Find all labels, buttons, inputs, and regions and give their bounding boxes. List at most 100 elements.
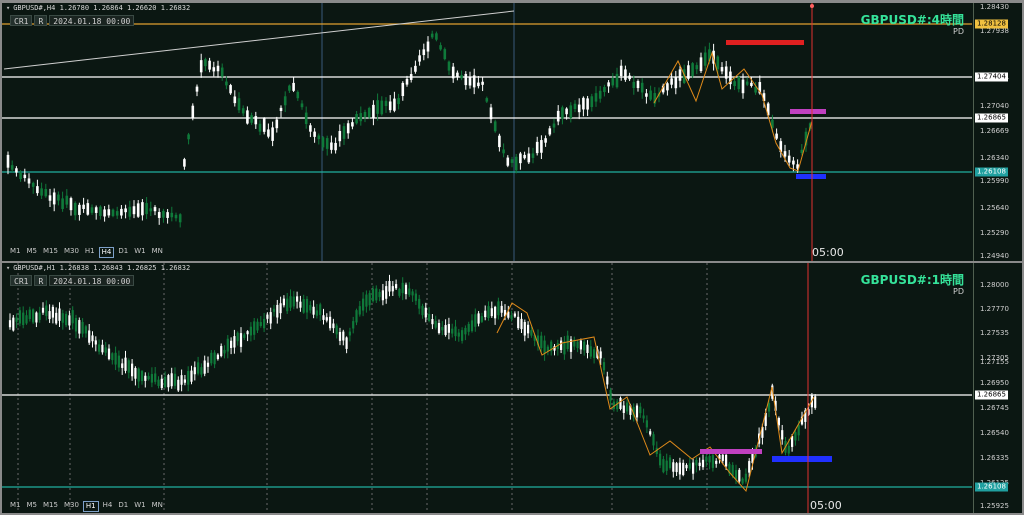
candle-body <box>703 52 707 66</box>
candle-body <box>624 69 627 80</box>
candle-body <box>220 346 223 357</box>
candle-body <box>428 314 431 322</box>
candle-body <box>434 321 437 328</box>
candle-body <box>470 320 474 332</box>
candle-body <box>160 378 163 389</box>
candle-body <box>477 313 480 324</box>
candle-body <box>698 462 701 466</box>
axis-tick-label: 1.27155 <box>980 358 1009 366</box>
timeframe-m15[interactable]: M15 <box>41 247 60 258</box>
candle-body <box>338 332 342 341</box>
candle-body <box>565 108 568 115</box>
candle-body <box>395 284 398 289</box>
candle-body <box>594 93 598 102</box>
candle-body <box>325 138 329 149</box>
candle-body <box>322 315 325 320</box>
timeframe-h1[interactable]: H1 <box>82 501 99 512</box>
candle-body <box>365 294 368 307</box>
candle-body <box>668 457 672 468</box>
candle-body <box>183 379 186 383</box>
candle-body <box>239 333 243 347</box>
candle-body <box>279 107 283 111</box>
candle-body <box>157 379 160 386</box>
timeframe-m30[interactable]: M30 <box>62 501 81 512</box>
h1-price-axis[interactable]: 1.28000 1.27770 1.27535 1.27305 1.27155 1.269… <box>973 263 1022 513</box>
candle-body <box>519 153 522 164</box>
candle-body <box>195 86 199 92</box>
timeframe-d1[interactable]: D1 <box>116 247 130 258</box>
timeframe-h4[interactable]: H4 <box>101 501 115 512</box>
timeframe-m30[interactable]: M30 <box>62 247 81 258</box>
timeframe-m5[interactable]: M5 <box>25 501 40 512</box>
axis-tick-label: 1.25990 <box>980 177 1009 185</box>
timeframe-mn[interactable]: MN <box>150 247 165 258</box>
candle-body <box>206 362 210 367</box>
candle-body <box>414 293 417 301</box>
candle-body <box>6 154 10 168</box>
collapse-triangle-icon[interactable]: ▾ <box>6 4 10 12</box>
candle-body <box>435 33 438 40</box>
candle-body <box>388 101 392 111</box>
candle-body <box>267 129 270 137</box>
candle-body <box>569 105 573 119</box>
axis-tick-label: 1.28430 <box>980 3 1009 11</box>
candle-body <box>481 81 484 85</box>
candle-body <box>313 131 316 137</box>
candle-body <box>598 90 602 99</box>
timeframe-m1[interactable]: M1 <box>8 247 23 258</box>
h4-plot-area[interactable] <box>2 3 972 261</box>
timeframe-h1[interactable]: H1 <box>83 247 97 258</box>
timeframe-h4[interactable]: H4 <box>98 247 115 258</box>
h1-symbol-header: ▾ GBPUSD#,H1 1.26838 1.26843 1.26825 1.26… <box>6 264 191 272</box>
candle-body <box>300 103 304 108</box>
candle-body <box>237 98 241 111</box>
timeframe-w1[interactable]: W1 <box>132 247 147 258</box>
collapse-triangle-icon[interactable]: ▾ <box>6 264 10 272</box>
timeframe-m1[interactable]: M1 <box>8 501 23 512</box>
axis-tick-label: 1.26340 <box>980 154 1009 162</box>
h4-price-axis[interactable]: 1.284301.279381.274041.270401.266691.263… <box>973 3 1022 261</box>
candle-body <box>8 320 12 328</box>
candle-body <box>15 317 18 322</box>
candle-body <box>437 323 441 334</box>
candle-body <box>454 326 457 337</box>
candle-body <box>741 478 744 484</box>
r-label: R <box>34 15 48 26</box>
timeframe-m15[interactable]: M15 <box>41 501 60 512</box>
candle-body <box>263 318 266 329</box>
candle-body <box>737 76 741 90</box>
h1-chart-pane[interactable]: ▾ GBPUSD#,H1 1.26838 1.26843 1.26825 1.26… <box>2 263 1022 513</box>
timeframe-w1[interactable]: W1 <box>132 501 147 512</box>
axis-tick-label: 1.25290 <box>980 229 1009 237</box>
candle-body <box>418 55 421 62</box>
timeframe-d1[interactable]: D1 <box>116 501 130 512</box>
candle-body <box>599 351 602 359</box>
candle-body <box>147 376 150 380</box>
timeframe-mn[interactable]: MN <box>150 501 165 512</box>
candle-body <box>262 118 266 132</box>
candle-body <box>787 445 790 454</box>
blue-zone-marker <box>772 456 832 462</box>
h1-plot-area[interactable] <box>2 263 972 513</box>
candle-body <box>254 116 258 125</box>
candle-body <box>552 123 556 128</box>
candle-body <box>216 354 219 360</box>
timeframe-m5[interactable]: M5 <box>25 247 40 258</box>
candle-body <box>309 125 312 132</box>
candle-body <box>210 352 213 364</box>
candle-body <box>86 203 90 215</box>
candle-body <box>738 469 741 482</box>
candle-body <box>431 319 434 325</box>
h4-chart-pane[interactable]: ▾ GBPUSD#,H4 1.26780 1.26864 1.26620 1.26… <box>2 3 1022 261</box>
candle-body <box>695 65 699 70</box>
candle-body <box>141 202 144 216</box>
candle-body <box>359 113 363 122</box>
candle-body <box>216 65 220 72</box>
candle-body <box>662 459 665 473</box>
candle-body <box>28 309 31 319</box>
candle-body <box>385 286 388 299</box>
candle-body <box>170 373 173 387</box>
candle-body <box>670 78 673 85</box>
time-line-marker-icon <box>810 4 814 8</box>
candle-body <box>203 360 206 374</box>
